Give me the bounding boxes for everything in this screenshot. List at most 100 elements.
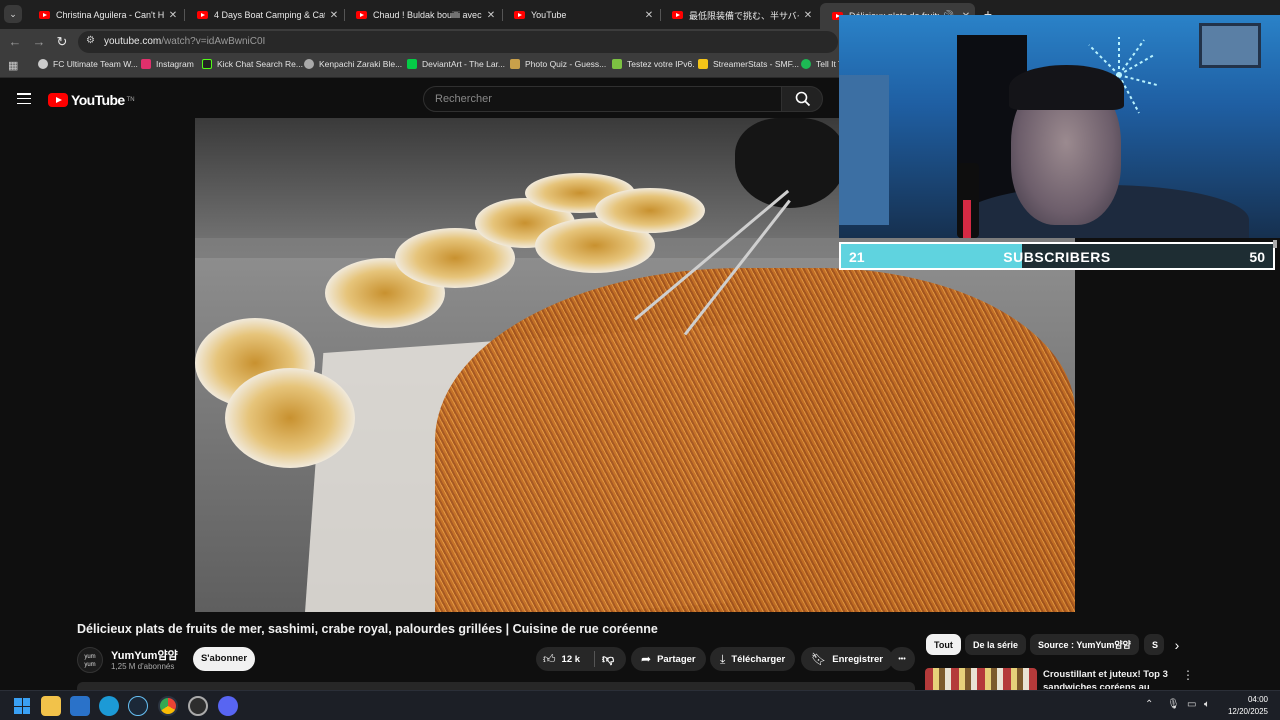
clock-time: 04:00 [1247, 695, 1268, 704]
chip-source-channel[interactable]: Source : YumYum얌얌 [1030, 634, 1139, 655]
channel-subscriber-count: 1,25 M d'abonnés [111, 662, 175, 671]
more-actions-button[interactable]: ••• [889, 647, 915, 671]
bookmark-icon: 🔖︎ [811, 652, 827, 666]
webcam-picture-frame [1199, 23, 1261, 68]
page-scrollbar[interactable] [1273, 240, 1277, 248]
tab-title: 4 Days Boat Camping & Catching [214, 10, 325, 20]
bookmark-favicon-icon [304, 59, 314, 69]
menu-icon[interactable] [17, 93, 31, 105]
discord-icon[interactable] [218, 696, 238, 716]
network-icon[interactable]: ▭ [1187, 699, 1196, 710]
video-title: Délicieux plats de fruits de mer, sashim… [77, 622, 658, 636]
chip-from-series[interactable]: De la série [965, 634, 1027, 655]
bar-chart-icon [698, 59, 708, 69]
forward-arrow-icon[interactable]: → [30, 33, 48, 51]
clock-date: 12/20/2025 [1227, 707, 1268, 716]
apps-grid-icon[interactable]: ▦ [8, 59, 18, 72]
microphone-icon[interactable]: 🎙︎ [1167, 699, 1180, 710]
video-scallop [225, 368, 355, 468]
share-icon: ➦ [641, 652, 652, 666]
tab-5[interactable]: 最低限装備で挑む、半サバイバル ✕ [660, 4, 817, 26]
subscriber-label: SUBSCRIBERS [1003, 249, 1111, 265]
tab-close-icon[interactable]: ✕ [164, 10, 182, 21]
volume-icon[interactable]: 🔈︎ [1204, 699, 1210, 710]
webcam-mic-light [963, 200, 971, 238]
tab-close-icon[interactable]: ✕ [799, 10, 817, 21]
tab-search-button[interactable]: ⌄ [4, 5, 22, 23]
chevron-right-icon[interactable]: › [1168, 636, 1186, 654]
more-vertical-icon[interactable]: ⋮ [1182, 668, 1194, 682]
os-taskbar: ⌃ 🎙︎ ▭ 🔈︎ 04:00 12/20/2025 [0, 690, 1280, 720]
bookmark-fc-ultimate-team[interactable]: FC Ultimate Team W... [38, 59, 138, 69]
subscriber-goal-count: 50 [1249, 249, 1265, 265]
tab-4[interactable]: YouTube ✕ [502, 4, 658, 26]
webcam-person-hair [1009, 65, 1124, 110]
recommendation-title[interactable]: Croustillant et juteux! Top 3 sandwiches… [1043, 668, 1168, 689]
chip-more[interactable]: S [1144, 634, 1164, 655]
save-button[interactable]: 🔖︎ Enregistrer [801, 647, 893, 671]
dislike-button[interactable]: 👎︎ [595, 652, 614, 667]
deviantart-icon [407, 59, 417, 69]
download-button[interactable]: ⤓ Télécharger [710, 647, 796, 671]
bookmark-favicon-icon [38, 59, 48, 69]
edge-app-icon[interactable] [99, 696, 119, 716]
youtube-logo-text: YouTube [71, 92, 125, 108]
outlook-icon[interactable] [70, 696, 90, 716]
search-input[interactable]: Rechercher [423, 86, 782, 112]
bookmark-instagram[interactable]: Instagram [141, 59, 194, 69]
tab-close-icon[interactable]: ✕ [482, 10, 500, 21]
channel-avatar[interactable]: yum yum [77, 647, 103, 673]
bookmark-testez-ipv6[interactable]: Testez votre IPv6. [612, 59, 695, 69]
tab-title: YouTube [531, 10, 567, 20]
checkmark-icon [612, 59, 622, 69]
app-icon[interactable] [188, 696, 208, 716]
tab-close-icon[interactable]: ✕ [640, 10, 658, 21]
site-info-icon[interactable]: ⚙ [86, 35, 95, 46]
chip-all[interactable]: Tout [926, 634, 961, 655]
bookmark-photo-quiz[interactable]: Photo Quiz - Guess... [510, 59, 606, 69]
youtube-logo[interactable]: YouTube TN [48, 92, 135, 108]
tray-chevron-up-icon[interactable]: ⌃ [1145, 699, 1153, 710]
reload-icon[interactable]: ↻ [53, 33, 71, 51]
video-fried-noodles [435, 268, 1075, 612]
tab-title: Christina Aguilera - Can't Hold Us Down [56, 10, 164, 20]
recommendation-thumbnail[interactable] [925, 668, 1037, 690]
url-path: /watch?v=idAwBwniC0I [161, 36, 266, 47]
share-button[interactable]: ➦ Partager [631, 647, 706, 671]
channel-name[interactable]: YumYum얌얌 [111, 647, 178, 663]
system-clock[interactable]: 04:00 12/20/2025 [1228, 694, 1268, 718]
bookmark-favicon-icon [510, 59, 520, 69]
tab-1[interactable]: Christina Aguilera - Can't Hold Us Down … [27, 4, 182, 26]
bookmark-streamerstats[interactable]: StreamerStats - SMF... [698, 59, 799, 69]
bookmark-kenpachi[interactable]: Kenpachi Zaraki Ble... [304, 59, 402, 69]
chrome-icon[interactable] [158, 696, 178, 716]
kick-icon [202, 59, 212, 69]
youtube-favicon-icon [672, 11, 683, 19]
bookmark-label: DeviantArt - The Lar... [422, 59, 505, 69]
bookmark-label: StreamerStats - SMF... [713, 59, 799, 69]
url-host: youtube.com [104, 36, 162, 47]
thumbs-up-icon: 👍︎ [543, 651, 556, 666]
download-icon: ⤓ [720, 651, 726, 666]
url-text: youtube.com/watch?v=idAwBwniC0I [104, 36, 265, 47]
windows-start-icon[interactable] [12, 696, 32, 716]
subscribe-button[interactable]: S'abonner [193, 647, 255, 671]
like-dislike-group: 👍︎ 12 k 👎︎ [536, 647, 626, 671]
bookmark-tell-it[interactable]: Tell It T [801, 59, 843, 69]
tab-close-icon[interactable]: ✕ [325, 10, 343, 21]
like-button[interactable]: 👍︎ 12 k [536, 652, 594, 667]
bookmark-deviantart[interactable]: DeviantArt - The Lar... [407, 59, 505, 69]
youtube-favicon-icon [197, 11, 208, 19]
file-explorer-icon[interactable] [41, 696, 61, 716]
tab-3[interactable]: Chaud ! Buldak bouilli avec une ✕ [344, 4, 500, 26]
video-scallop [595, 188, 705, 233]
tab-title: 最低限装備で挑む、半サバイバル [689, 10, 799, 21]
tab-2[interactable]: 4 Days Boat Camping & Catching ✕ [185, 4, 343, 26]
steam-icon[interactable] [128, 696, 148, 716]
bookmark-kick-chat[interactable]: Kick Chat Search Re... [202, 59, 303, 69]
bookmark-label: Photo Quiz - Guess... [525, 59, 607, 69]
back-arrow-icon[interactable]: ← [6, 33, 24, 51]
description-box[interactable] [77, 682, 915, 690]
address-bar[interactable]: ⚙ youtube.com/watch?v=idAwBwniC0I [78, 31, 838, 53]
search-button[interactable] [781, 86, 823, 112]
